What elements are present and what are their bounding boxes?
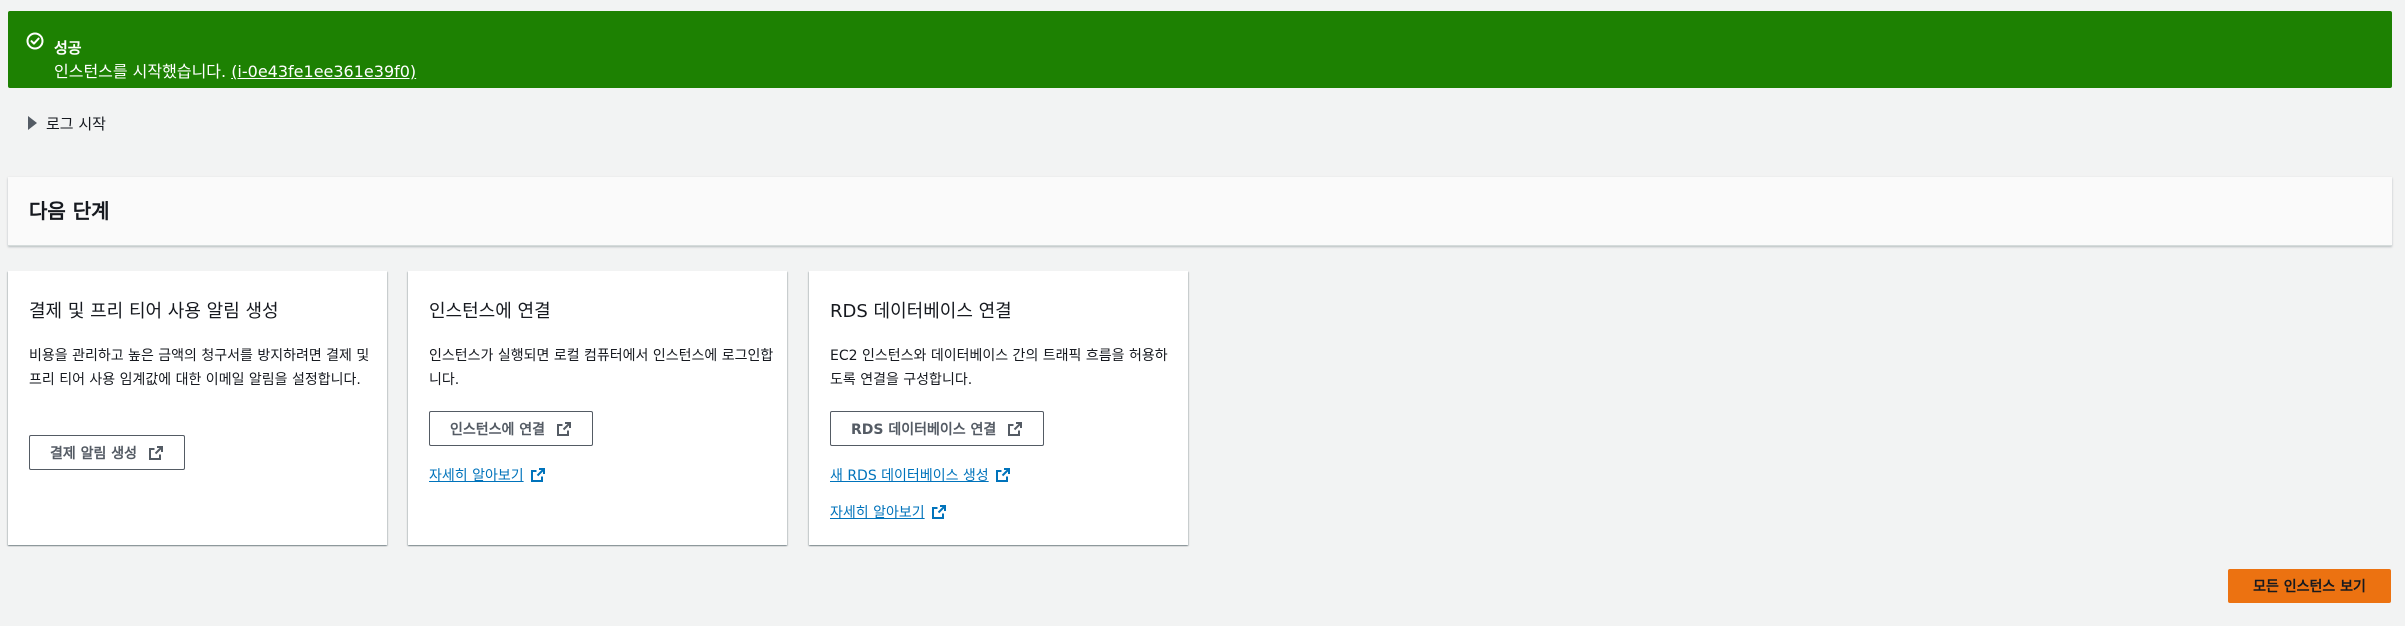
card-title: 결제 및 프리 티어 사용 알림 생성 — [29, 301, 279, 322]
card-description: 비용을 관리하고 높은 금액의 청구서를 방지하려면 결제 및 프리 티어 사용… — [29, 348, 370, 388]
connect-instance-card: 인스턴스에 연결 인스턴스가 실행되면 로컬 컴퓨터에서 인스턴스에 로그인합니… — [408, 271, 787, 545]
instance-id-link[interactable]: (i-0e43fe1ee361e39f0) — [231, 62, 416, 81]
connect-rds-button[interactable]: RDS 데이터베이스 연결 — [830, 411, 1045, 446]
external-link-icon — [995, 468, 1010, 482]
external-link-icon — [931, 505, 946, 519]
next-steps-header: 다음 단계 — [8, 177, 2392, 246]
flash-message: 인스턴스를 시작했습니다. (i-0e43fe1ee361e39f0) — [54, 59, 416, 85]
card-description: EC2 인스턴스와 데이터베이스 간의 트래픽 흐름을 허용하도록 연결을 구성… — [830, 348, 1168, 388]
button-label: RDS 데이터베이스 연결 — [851, 421, 997, 438]
create-billing-alert-button[interactable]: 결제 알림 생성 — [29, 435, 186, 470]
launch-log-expander[interactable]: 로그 시작 — [28, 108, 106, 138]
launch-log-label: 로그 시작 — [46, 114, 106, 133]
button-label: 인스턴스에 연결 — [450, 421, 546, 438]
card-title: 인스턴스에 연결 — [429, 301, 551, 322]
caret-right-icon — [28, 116, 37, 130]
button-label: 결제 알림 생성 — [50, 445, 138, 462]
external-link-icon — [557, 421, 572, 436]
billing-alert-card: 결제 및 프리 티어 사용 알림 생성 비용을 관리하고 높은 금액의 청구서를… — [8, 271, 387, 545]
card-description: 인스턴스가 실행되면 로컬 컴퓨터에서 인스턴스에 로그인합니다. — [429, 348, 774, 388]
external-link-icon — [1008, 421, 1023, 436]
flash-title: 성공 — [54, 39, 82, 57]
create-rds-database-link[interactable]: 새 RDS 데이터베이스 생성 — [830, 465, 1011, 485]
external-link-icon — [149, 445, 164, 460]
next-steps-title: 다음 단계 — [29, 199, 110, 223]
card-title: RDS 데이터베이스 연결 — [830, 301, 1012, 322]
view-all-instances-button[interactable]: 모든 인스턴스 보기 — [2228, 569, 2391, 603]
flash-message-text: 인스턴스를 시작했습니다. — [54, 62, 232, 81]
connect-instance-button[interactable]: 인스턴스에 연결 — [429, 411, 594, 446]
learn-more-link[interactable]: 자세히 알아보기 — [429, 465, 546, 485]
external-link-icon — [530, 468, 545, 482]
rds-connect-card: RDS 데이터베이스 연결 EC2 인스턴스와 데이터베이스 간의 트래픽 흐름… — [809, 271, 1188, 545]
learn-more-link[interactable]: 자세히 알아보기 — [830, 502, 947, 522]
check-circle-icon — [26, 32, 44, 50]
link-label: 자세히 알아보기 — [830, 505, 925, 521]
link-label: 새 RDS 데이터베이스 생성 — [830, 468, 989, 484]
success-flash-banner: 성공 인스턴스를 시작했습니다. (i-0e43fe1ee361e39f0) — [8, 11, 2392, 88]
link-label: 자세히 알아보기 — [429, 468, 524, 484]
